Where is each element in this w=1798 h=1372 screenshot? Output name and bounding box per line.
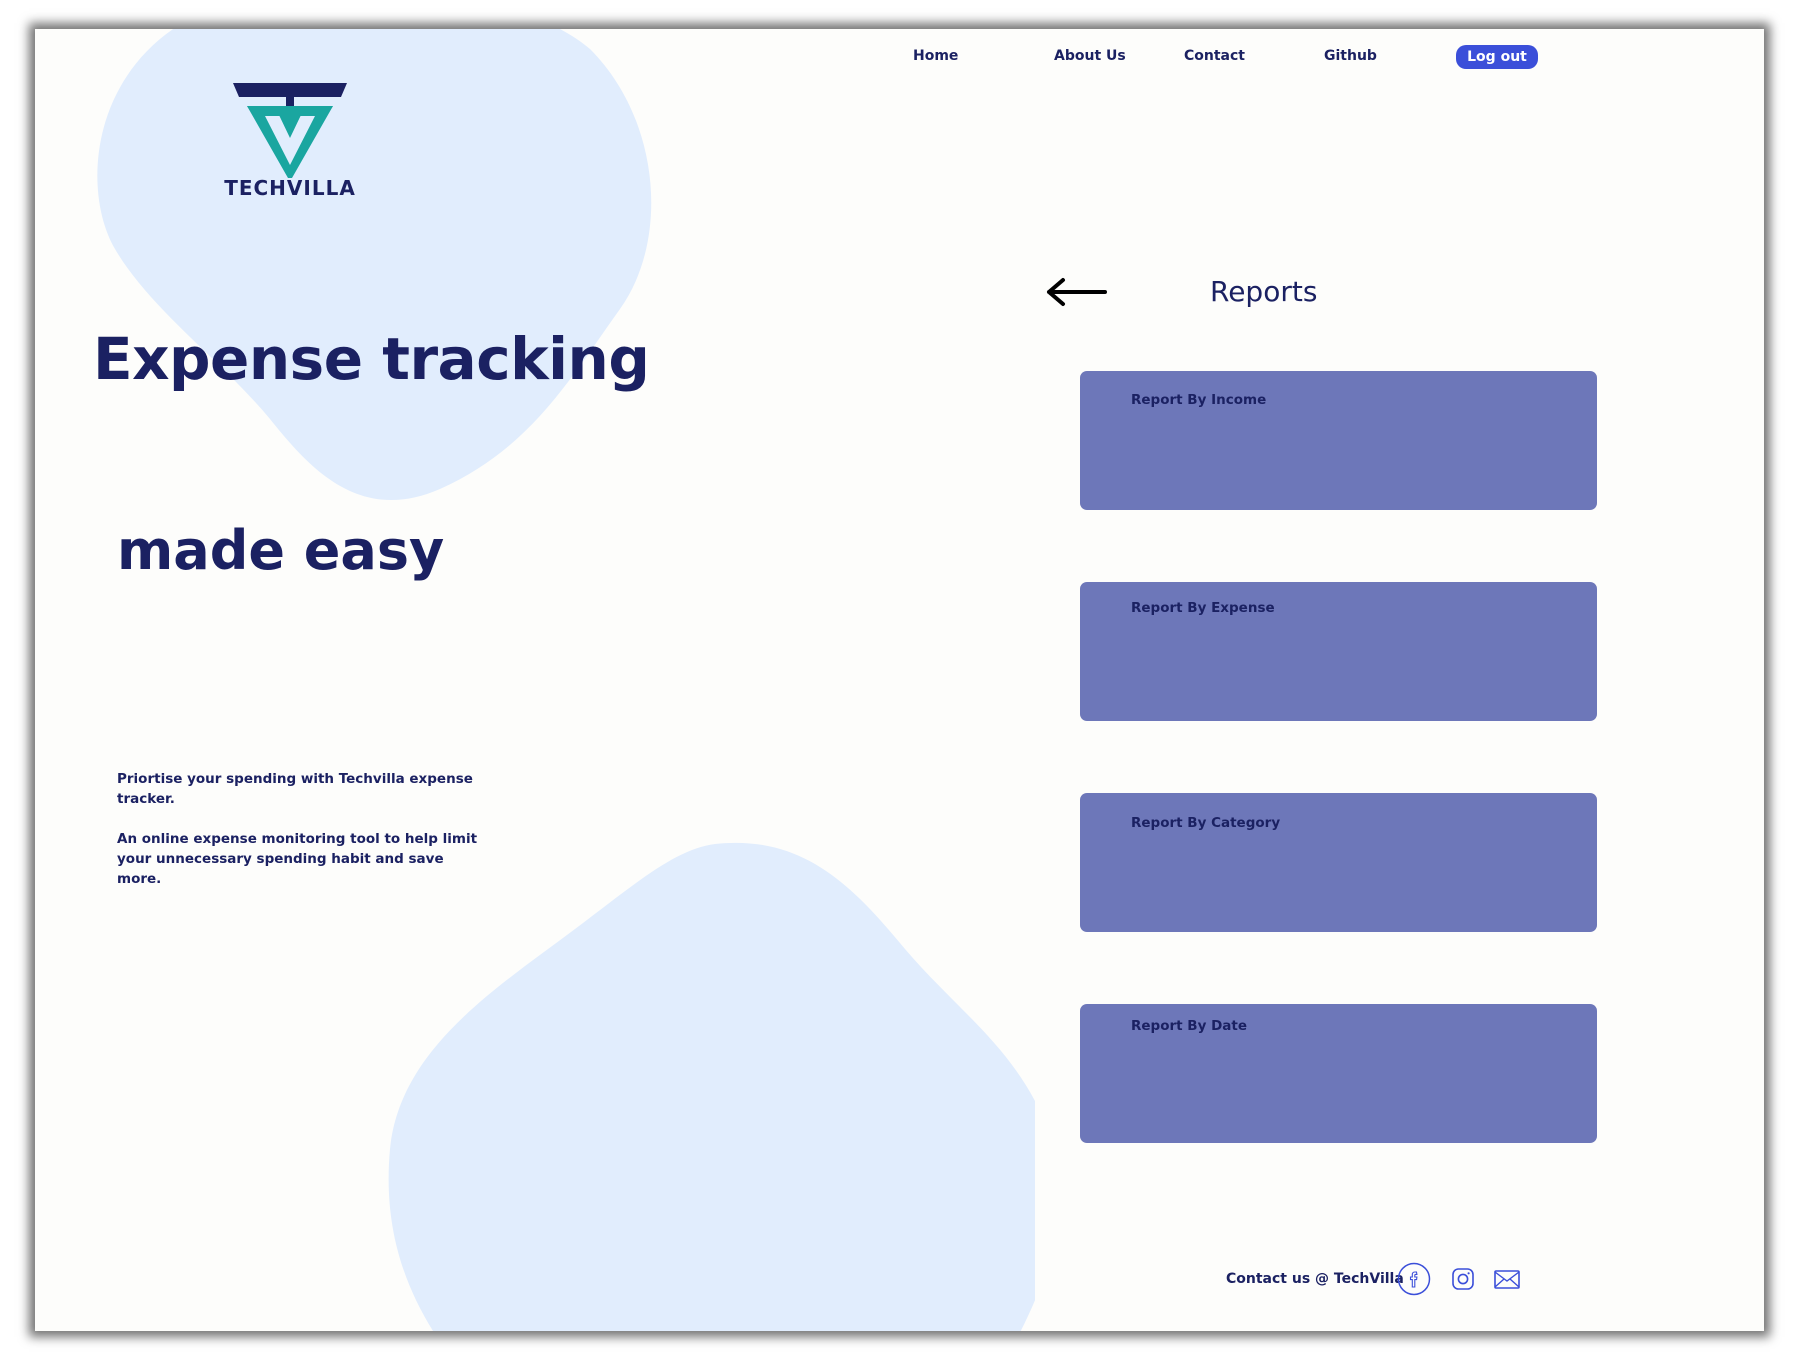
logout-button[interactable]: Log out xyxy=(1456,45,1538,69)
hero-description-2: An online expense monitoring tool to hel… xyxy=(117,831,478,887)
mail-icon[interactable] xyxy=(1493,1269,1521,1291)
report-card-label: Report By Expense xyxy=(1131,600,1275,616)
report-card-label: Report By Income xyxy=(1131,392,1267,408)
logo-mark-icon xyxy=(233,83,347,178)
report-by-category-card[interactable]: Report By Category xyxy=(1080,793,1597,932)
footer-contact-text: Contact us @ TechVilla xyxy=(1226,1271,1404,1287)
logo-text: TECHVILLA xyxy=(224,176,356,200)
nav-home[interactable]: Home xyxy=(913,48,958,64)
decorative-blob-bottom xyxy=(388,842,1035,1331)
footer-contact-prefix: Contact us @ xyxy=(1226,1271,1334,1287)
instagram-icon[interactable] xyxy=(1451,1267,1475,1291)
nav-github[interactable]: Github xyxy=(1324,48,1377,64)
report-card-label: Report By Category xyxy=(1131,815,1281,831)
techvilla-logo[interactable]: TECHVILLA xyxy=(210,80,370,200)
footer-contact-brand[interactable]: TechVilla xyxy=(1334,1271,1404,1287)
nav-about-us[interactable]: About Us xyxy=(1054,48,1126,64)
reports-title: Reports xyxy=(1210,275,1318,308)
app-window: TECHVILLA Home About Us Contact Github L… xyxy=(35,29,1764,1331)
report-by-date-card[interactable]: Report By Date xyxy=(1080,1004,1597,1143)
hero-title-line1: Expense tracking xyxy=(93,325,650,393)
report-by-expense-card[interactable]: Report By Expense xyxy=(1080,582,1597,721)
facebook-icon[interactable] xyxy=(1397,1262,1431,1296)
hero-title-line2: made easy xyxy=(117,519,445,582)
hero-description-1: Priortise your spending with Techvilla e… xyxy=(117,771,473,807)
report-card-label: Report By Date xyxy=(1131,1018,1248,1034)
back-arrow-icon[interactable] xyxy=(1045,277,1107,307)
nav-contact[interactable]: Contact xyxy=(1184,48,1245,64)
report-by-income-card[interactable]: Report By Income xyxy=(1080,371,1597,510)
